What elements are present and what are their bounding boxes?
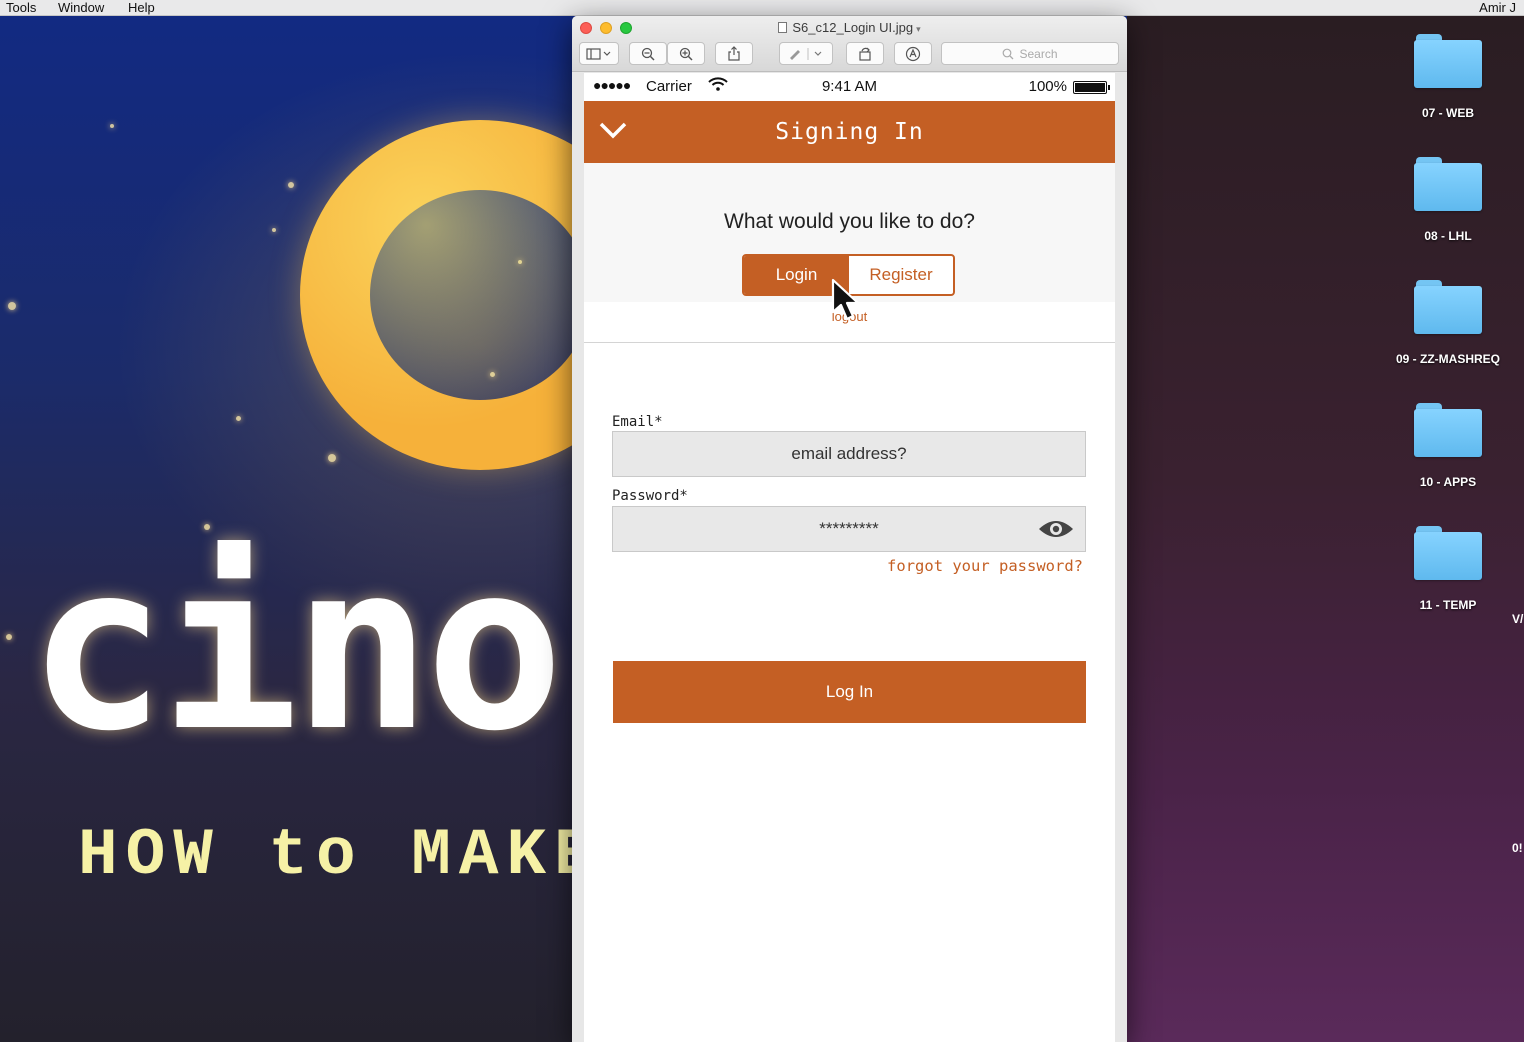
- log-in-button[interactable]: Log In: [613, 661, 1086, 723]
- desktop-folder[interactable]: 11 - TEMP: [1392, 526, 1504, 612]
- search-field[interactable]: Search: [941, 42, 1119, 65]
- email-field[interactable]: email address?: [612, 431, 1086, 477]
- mouse-pointer-icon: [831, 278, 860, 321]
- rotate-button[interactable]: [846, 42, 884, 65]
- folder-icon: [1414, 34, 1482, 88]
- folder-label: 08 - LHL: [1424, 229, 1472, 243]
- menu-user-name[interactable]: Amir J: [1479, 0, 1516, 15]
- wallpaper-tagline: HOW to MAKE: [78, 818, 602, 893]
- wallpaper-particle: [8, 302, 16, 310]
- window-title-text: S6_c12_Login UI.jpg: [792, 20, 914, 35]
- menu-help[interactable]: Help: [128, 0, 155, 15]
- folder-label: 11 - TEMP: [1419, 598, 1477, 612]
- folder-label: 09 - ZZ-MASHREQ: [1395, 352, 1500, 366]
- markup-pen-button[interactable]: [779, 42, 833, 65]
- forgot-password-link[interactable]: forgot your password?: [887, 557, 1083, 575]
- document-icon: [778, 22, 788, 33]
- sidebar-icon: [586, 47, 611, 60]
- zoom-in-button[interactable]: [667, 42, 705, 65]
- app-header: Signing In: [584, 101, 1115, 163]
- ios-status-bar: ●●●●● Carrier 9:41 AM 100%: [584, 73, 1115, 101]
- wallpaper-particle: [288, 182, 294, 188]
- desktop-folder[interactable]: 09 - ZZ-MASHREQ: [1392, 280, 1504, 366]
- markup-icon: [905, 46, 921, 61]
- password-value: *********: [819, 519, 879, 538]
- login-mockup: ●●●●● Carrier 9:41 AM 100% Signing In Wh…: [584, 73, 1115, 1042]
- zoom-in-icon: [679, 47, 693, 61]
- password-field[interactable]: *********: [612, 506, 1086, 552]
- search-icon: [1003, 48, 1014, 59]
- search-placeholder: Search: [1019, 46, 1058, 61]
- menu-tools[interactable]: Tools: [6, 0, 36, 15]
- page-title: Signing In: [775, 119, 924, 145]
- email-label: Email*: [612, 414, 663, 430]
- sidebar-toggle-button[interactable]: [579, 42, 619, 65]
- offscreen-item-label: V/: [1512, 612, 1524, 626]
- wallpaper-particle: [272, 228, 276, 232]
- menu-window[interactable]: Window: [58, 0, 104, 15]
- email-placeholder: email address?: [791, 444, 907, 463]
- desktop-folder[interactable]: 08 - LHL: [1392, 157, 1504, 243]
- wallpaper-word: cino: [28, 515, 564, 782]
- wallpaper-particle: [6, 634, 12, 640]
- preview-window: S6_c12_Login UI.jpg ▾ Search ●●●●● Carri…: [572, 16, 1127, 1042]
- folder-icon: [1414, 526, 1482, 580]
- window-titlebar[interactable]: S6_c12_Login UI.jpg ▾ Search: [572, 16, 1127, 72]
- folder-label: 07 - WEB: [1421, 106, 1474, 120]
- wallpaper-particle: [110, 124, 114, 128]
- eye-icon[interactable]: [1037, 517, 1075, 541]
- folder-icon: [1414, 157, 1482, 211]
- section-divider: [584, 342, 1115, 343]
- tab-register[interactable]: Register: [849, 256, 953, 294]
- battery-icon: [1073, 81, 1110, 94]
- action-prompt: What would you like to do?: [724, 210, 975, 233]
- zoom-out-icon: [641, 47, 655, 61]
- wallpaper-particle: [328, 454, 336, 462]
- pen-icon: [790, 47, 822, 60]
- wallpaper-particle: [236, 416, 241, 421]
- battery-percentage: 100%: [1028, 78, 1067, 95]
- chevron-down-icon: ▾: [916, 24, 921, 34]
- zoom-out-button[interactable]: [629, 42, 667, 65]
- desktop-folder[interactable]: 10 - APPS: [1392, 403, 1504, 489]
- offscreen-item-label: 0!: [1512, 841, 1523, 855]
- desktop-folder[interactable]: 07 - WEB: [1392, 34, 1504, 120]
- password-label: Password*: [612, 488, 688, 504]
- rotate-icon: [859, 47, 871, 61]
- window-title[interactable]: S6_c12_Login UI.jpg ▾: [572, 20, 1127, 35]
- markup-toolbar-button[interactable]: [894, 42, 932, 65]
- folder-label: 10 - APPS: [1419, 475, 1477, 489]
- folder-icon: [1414, 403, 1482, 457]
- share-icon: [728, 46, 740, 61]
- menu-bar: Tools Window Help Amir J: [0, 0, 1524, 16]
- share-button[interactable]: [715, 42, 753, 65]
- folder-icon: [1414, 280, 1482, 334]
